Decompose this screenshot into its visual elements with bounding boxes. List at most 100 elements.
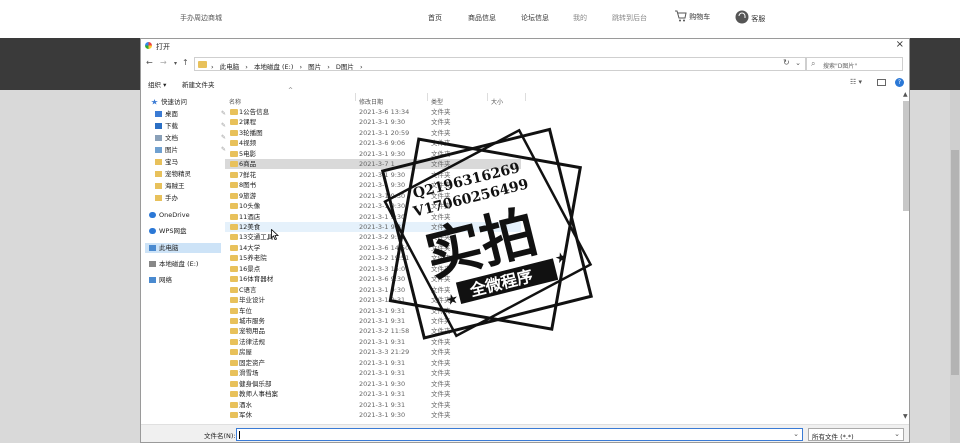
- file-row[interactable]: 7鲜花 2021-3-1 9:30 文件夹: [225, 170, 521, 180]
- sidebar-item[interactable]: 海贼王: [151, 181, 221, 191]
- address-dropdown-icon[interactable]: ⌄: [795, 59, 801, 67]
- file-row[interactable]: 14大学 2021-3-6 14:50 文件夹: [225, 243, 521, 253]
- file-row[interactable]: 9旅游 2021-3-1 9:30 文件夹: [225, 191, 521, 201]
- page-scrollbar[interactable]: [950, 90, 960, 443]
- sidebar-item[interactable]: 下载 ✎: [151, 121, 226, 131]
- column-header-size[interactable]: 大小: [491, 97, 503, 106]
- organize-button[interactable]: 组织 ▾: [148, 79, 166, 89]
- column-header-date[interactable]: 修改日期: [359, 97, 383, 106]
- column-divider[interactable]: [355, 93, 356, 101]
- breadcrumb-drive-e[interactable]: 本地磁盘 (E:): [254, 63, 293, 71]
- nav-service[interactable]: 客服: [735, 10, 765, 24]
- search-placeholder: 搜索"D图片": [823, 63, 858, 70]
- filetype-dropdown-icon[interactable]: ⌄: [894, 430, 900, 438]
- sidebar-item[interactable]: OneDrive: [145, 210, 221, 220]
- sidebar-item[interactable]: 手办: [151, 193, 221, 203]
- file-row[interactable]: 军休 2021-3-1 9:30 文件夹: [225, 410, 521, 420]
- folder-icon: [230, 109, 238, 115]
- filename-field[interactable]: ⌄: [236, 428, 803, 441]
- view-options-icon[interactable]: ☷ ▾: [850, 78, 862, 86]
- file-row[interactable]: 16景点 2021-3-3 15:01 文件夹: [225, 264, 521, 274]
- scroll-down-icon[interactable]: ▼: [903, 413, 908, 420]
- nav-admin[interactable]: 跳转到后台: [612, 13, 647, 23]
- filetype-select[interactable]: 所有文件 (*.*) ⌄: [808, 428, 904, 441]
- breadcrumb-pictures[interactable]: 图片: [308, 63, 321, 71]
- sidebar-item-label: 宠物精灵: [165, 170, 191, 178]
- file-row[interactable]: 11酒店 2021-3-1 9:30 文件夹: [225, 212, 521, 222]
- file-row[interactable]: 房屋 2021-3-3 21:29 文件夹: [225, 347, 521, 357]
- sidebar-item[interactable]: 宝马: [151, 157, 221, 167]
- file-row[interactable]: 5电影 2021-3-1 9:30 文件夹: [225, 149, 521, 159]
- file-date: 2021-3-1 9:30: [359, 170, 406, 179]
- recent-dropdown-icon[interactable]: ▾: [174, 60, 177, 67]
- breadcrumb-d-pictures[interactable]: D图片: [336, 63, 354, 71]
- preview-pane-icon[interactable]: [877, 79, 886, 86]
- nav-mine[interactable]: 我的: [573, 13, 587, 23]
- file-row[interactable]: 滑雪场 2021-3-1 9:31 文件夹: [225, 368, 521, 378]
- page-scrollbar-thumb[interactable]: [951, 150, 959, 375]
- column-header-type[interactable]: 类型: [431, 97, 443, 106]
- file-row[interactable]: 教师人事档案 2021-3-1 9:31 文件夹: [225, 389, 521, 399]
- file-name: 15养老院: [239, 254, 267, 263]
- file-row[interactable]: 16体育器材 2021-3-6 9:30 文件夹: [225, 274, 521, 284]
- file-row[interactable]: 6商品 2021-3-7 1 文件夹: [225, 159, 521, 170]
- file-row[interactable]: 8图书 2021-3-1 9:30 文件夹: [225, 180, 521, 190]
- sidebar-item[interactable]: 图片 ✎: [151, 145, 226, 155]
- nav-forum[interactable]: 论坛信息: [521, 13, 549, 23]
- file-date: 2021-3-1 9:31: [359, 337, 406, 346]
- sidebar-item[interactable]: 网络: [145, 275, 221, 285]
- site-logo[interactable]: 手办周边商城: [180, 13, 222, 23]
- folder-icon: [230, 307, 238, 314]
- sidebar-item[interactable]: 桌面 ✎: [151, 109, 226, 119]
- file-type: 文件夹: [431, 128, 451, 137]
- file-row[interactable]: 车位 2021-3-1 9:31 文件夹: [225, 306, 521, 316]
- column-divider[interactable]: [487, 93, 488, 101]
- file-row[interactable]: 1公告信息 2021-3-6 13:34 文件夹: [225, 107, 521, 117]
- file-row[interactable]: 城市服务 2021-3-1 9:31 文件夹: [225, 316, 521, 326]
- breadcrumb-separator: ›: [211, 63, 214, 71]
- search-input[interactable]: ⌕ 搜索"D图片": [806, 57, 903, 71]
- breadcrumb-this-pc[interactable]: 此电脑: [220, 63, 240, 71]
- file-row[interactable]: 15养老院 2021-3-2 19:51 文件夹: [225, 253, 521, 263]
- sidebar-item[interactable]: 此电脑: [145, 243, 221, 253]
- scrollbar-thumb[interactable]: [903, 101, 909, 211]
- sidebar-item-label: 本地磁盘 (E:): [159, 260, 199, 268]
- file-row[interactable]: 13交通工具 2021-3-2 9:15 文件夹: [225, 232, 521, 242]
- folder-icon: [230, 391, 238, 398]
- file-row[interactable]: 4视频 2021-3-6 9:06 文件夹: [225, 138, 521, 148]
- sidebar-item[interactable]: 宠物精灵: [151, 169, 221, 179]
- sidebar-item[interactable]: 文档 ✎: [151, 133, 226, 143]
- file-row[interactable]: 3轮播图 2021-3-1 20:59 文件夹: [225, 128, 521, 138]
- up-button[interactable]: ↑: [182, 58, 189, 67]
- file-row[interactable]: 固定资产 2021-3-1 9:31 文件夹: [225, 358, 521, 368]
- address-bar[interactable]: › 此电脑 › 本地磁盘 (E:) › 图片 › D图片 › ⌄: [194, 57, 806, 71]
- sidebar-item[interactable]: 本地磁盘 (E:): [145, 259, 221, 269]
- column-divider[interactable]: [427, 93, 428, 101]
- scroll-up-icon[interactable]: ▲: [903, 91, 908, 98]
- filename-dropdown-icon[interactable]: ⌄: [793, 430, 799, 438]
- file-row[interactable]: 12美食 2021-3-1 9:31 文件夹: [225, 221, 521, 232]
- file-row[interactable]: 酒水 2021-3-1 9:31 文件夹: [225, 400, 521, 410]
- file-row[interactable]: 宠物用品 2021-3-2 11:58 文件夹: [225, 326, 521, 336]
- help-icon[interactable]: ?: [895, 78, 904, 87]
- close-button[interactable]: ×: [896, 39, 904, 50]
- forward-button[interactable]: →: [160, 58, 167, 67]
- nav-home[interactable]: 首页: [428, 13, 442, 23]
- sidebar-item[interactable]: WPS网盘: [145, 226, 221, 236]
- sidebar-item[interactable]: 快速访问: [147, 97, 221, 107]
- file-row[interactable]: 健身俱乐部 2021-3-1 9:30 文件夹: [225, 379, 521, 389]
- file-row[interactable]: 法律法规 2021-3-1 9:31 文件夹: [225, 337, 521, 347]
- nav-products[interactable]: 商品信息: [468, 13, 496, 23]
- file-row[interactable]: 10头像 2021-3-1 9:30 文件夹: [225, 201, 521, 211]
- file-row[interactable]: 2课程 2021-3-1 9:30 文件夹: [225, 117, 521, 127]
- file-row[interactable]: C语言 2021-3-1 9:30 文件夹: [225, 285, 521, 295]
- refresh-button[interactable]: ↻: [783, 58, 790, 67]
- new-folder-button[interactable]: 新建文件夹: [182, 79, 215, 89]
- back-button[interactable]: ←: [146, 58, 153, 67]
- nav-cart[interactable]: 购物车: [674, 10, 710, 22]
- file-date: 2021-3-1 9:30: [359, 181, 406, 190]
- file-list-scrollbar[interactable]: ▲ ▼: [902, 91, 909, 421]
- file-row[interactable]: 毕业设计 2021-3-1 9:31 文件夹: [225, 295, 521, 305]
- column-divider[interactable]: [525, 93, 526, 101]
- column-header-name[interactable]: 名称: [229, 97, 241, 106]
